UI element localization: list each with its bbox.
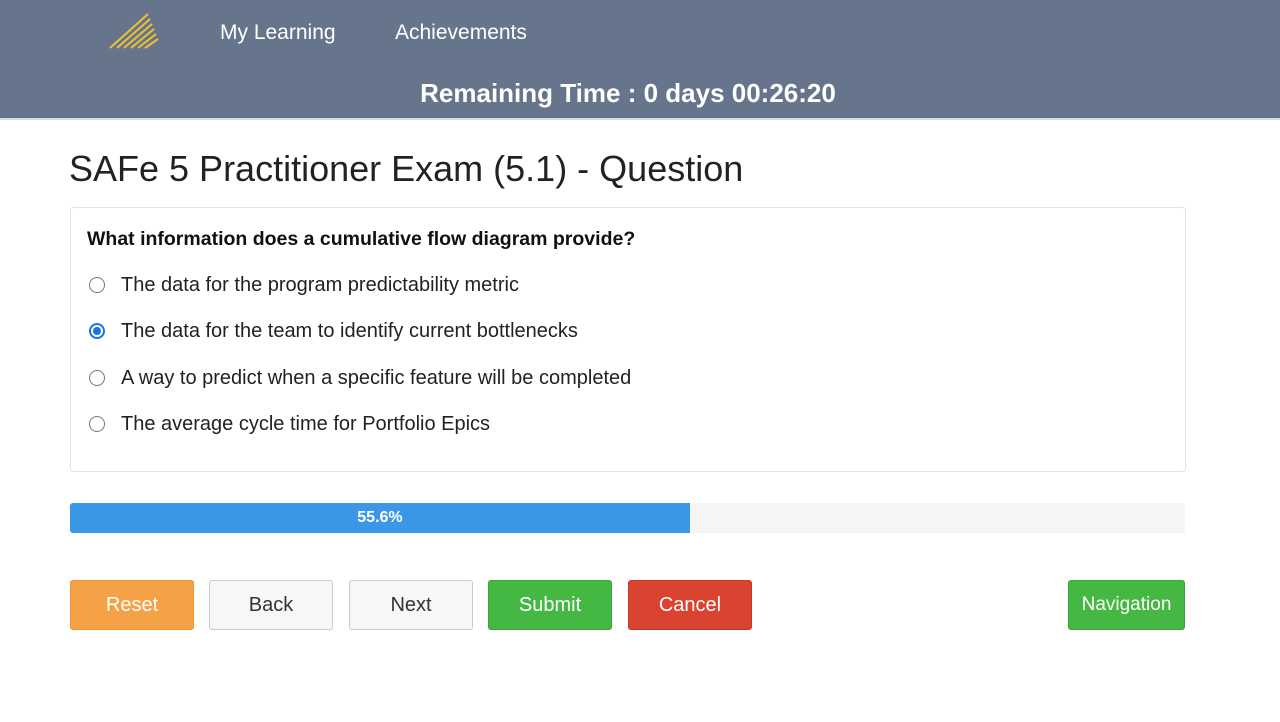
answer-option-1[interactable]: The data for the program predictability … [89,272,519,298]
option-label: The data for the program predictability … [121,273,519,296]
next-button[interactable]: Next [349,580,473,630]
submit-button[interactable]: Submit [488,580,612,630]
radio-button[interactable] [89,277,105,293]
back-button[interactable]: Back [209,580,333,630]
answer-option-2[interactable]: The data for the team to identify curren… [89,318,578,344]
remaining-time: Remaining Time : 0 days 00:26:20 [420,78,836,108]
nav-achievements[interactable]: Achievements [395,21,527,45]
option-label: The average cycle time for Portfolio Epi… [121,412,491,435]
progress-bar: 55.6% [70,503,1185,533]
answer-option-3[interactable]: A way to predict when a specific feature… [89,365,631,391]
top-navigation-bar: My Learning Achievements Remaining Time … [0,0,1280,120]
option-label: A way to predict when a specific feature… [121,366,632,389]
answer-option-4[interactable]: The average cycle time for Portfolio Epi… [89,411,490,437]
nav-my-learning[interactable]: My Learning [220,21,336,45]
radio-button[interactable] [89,323,105,339]
reset-button[interactable]: Reset [70,580,194,630]
question-card: What information does a cumulative flow … [70,207,1186,472]
progress-fill: 55.6% [70,503,690,533]
navigation-button[interactable]: Navigation [1068,580,1185,630]
option-label: The data for the team to identify curren… [121,319,578,342]
page-title: SAFe 5 Practitioner Exam (5.1) - Questio… [69,148,744,189]
radio-button[interactable] [89,370,105,386]
striped-logo-icon[interactable] [108,12,160,50]
question-text: What information does a cumulative flow … [87,228,636,250]
radio-button[interactable] [89,416,105,432]
cancel-button[interactable]: Cancel [628,580,752,630]
